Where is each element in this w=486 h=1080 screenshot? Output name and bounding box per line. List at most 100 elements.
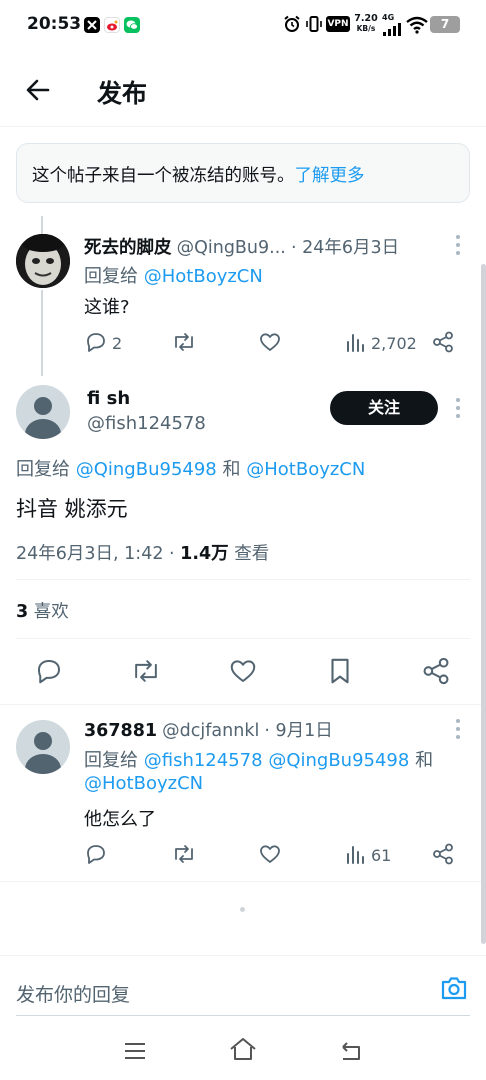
camera-button[interactable] xyxy=(440,975,468,1005)
home-nav-icon[interactable] xyxy=(229,1037,257,1065)
bookmark-button[interactable] xyxy=(326,656,354,690)
reply-and: 和 xyxy=(415,750,434,771)
mention-link[interactable]: @HotBoyzCN xyxy=(84,773,203,794)
reply-count: 2 xyxy=(112,334,123,353)
mention-link[interactable]: @fish124578 xyxy=(144,750,263,771)
share-icon xyxy=(423,657,449,685)
bookmark-icon xyxy=(331,658,349,684)
mention-link[interactable]: @QingBu95498 xyxy=(268,750,409,771)
share-icon xyxy=(433,843,453,865)
notice-text: 这个帖子来自一个被冻结的账号。了解更多 xyxy=(32,162,365,187)
status-time: 20:53 xyxy=(27,14,82,34)
retweet-button[interactable] xyxy=(171,330,197,358)
post-date[interactable]: · 24年6月3日 xyxy=(291,238,399,258)
views-icon xyxy=(347,334,364,352)
alarm-icon xyxy=(283,15,301,37)
frozen-account-notice: 这个帖子来自一个被冻结的账号。了解更多 xyxy=(16,143,470,203)
more-options-icon[interactable] xyxy=(455,234,461,256)
vpn-badge: VPN xyxy=(326,16,350,32)
author-name[interactable]: fi sh xyxy=(87,388,130,409)
divider xyxy=(0,955,486,956)
scrollbar[interactable] xyxy=(481,264,486,944)
share-button[interactable] xyxy=(422,657,450,689)
post-header: 死去的脚皮 @QingBu9... · 24年6月3日 xyxy=(84,234,444,258)
reply-prefix: 回复给 xyxy=(84,750,138,771)
status-bar: 20:53 VPN 7.20 KB/s 4G 7 xyxy=(0,0,486,50)
share-button[interactable] xyxy=(432,843,454,869)
share-button[interactable] xyxy=(432,331,454,357)
retweet-icon xyxy=(135,660,157,682)
mention-link[interactable]: @HotBoyzCN xyxy=(246,459,365,480)
reply-context: 回复给 @fish124578 @QingBu95498 和 xyxy=(84,746,433,772)
author-name[interactable]: 死去的脚皮 xyxy=(84,238,172,258)
reply-and: 和 xyxy=(222,459,241,480)
author-handle[interactable]: @QingBu9... xyxy=(177,238,286,258)
author-handle[interactable]: @dcjfannkl xyxy=(162,721,259,741)
views-count: 2,702 xyxy=(371,334,417,353)
post-text: 抖音 姚添元 xyxy=(16,497,128,521)
menu-nav-icon[interactable] xyxy=(124,1041,146,1065)
reply-button[interactable] xyxy=(84,842,108,870)
like-button[interactable] xyxy=(258,330,282,358)
avatar[interactable] xyxy=(16,234,70,288)
avatar-head xyxy=(34,732,52,750)
reply-button[interactable] xyxy=(34,656,64,690)
avatar-head xyxy=(34,397,52,415)
page-title: 发布 xyxy=(97,79,148,108)
retweet-button[interactable] xyxy=(171,842,197,870)
post-meta: 24年6月3日, 1:42 · 1.4万 查看 xyxy=(16,540,269,565)
reply-context: 回复给 @HotBoyzCN xyxy=(84,262,263,288)
x-app-icon xyxy=(84,17,100,33)
likes-summary[interactable]: 3 喜欢 xyxy=(16,598,69,623)
reply-icon xyxy=(87,333,105,352)
divider xyxy=(0,881,486,882)
mention-link[interactable]: @QingBu95498 xyxy=(76,459,217,480)
avatar-body xyxy=(25,754,61,774)
face-avatar-icon xyxy=(16,234,70,288)
reply-prefix: 回复给 xyxy=(84,266,138,287)
retweet-icon xyxy=(175,845,193,863)
post-header: 367881 @dcjfannkl · 9月1日 xyxy=(84,717,444,741)
back-nav-icon[interactable] xyxy=(339,1040,363,1066)
heart-icon xyxy=(230,660,256,682)
like-button[interactable] xyxy=(258,842,282,870)
avatar-body xyxy=(25,419,61,439)
header-divider xyxy=(0,126,486,127)
reply-input[interactable]: 发布你的回复 xyxy=(16,980,130,1007)
reply-context: 回复给 @QingBu95498 和 @HotBoyzCN xyxy=(16,455,365,481)
avatar[interactable] xyxy=(16,385,70,439)
back-arrow-icon[interactable] xyxy=(22,74,54,106)
retweet-button[interactable] xyxy=(130,656,162,690)
divider xyxy=(16,638,470,639)
vibrate-icon xyxy=(305,15,323,37)
reply-icon xyxy=(38,660,60,684)
mention-link[interactable]: @HotBoyzCN xyxy=(144,266,263,287)
likes-label: 喜欢 xyxy=(33,602,69,622)
post-date[interactable]: · 9月1日 xyxy=(264,721,332,741)
views-icon xyxy=(347,846,364,864)
author-handle[interactable]: @fish124578 xyxy=(87,413,206,434)
reply-icon xyxy=(87,845,105,864)
divider xyxy=(0,704,486,705)
post-text: 他怎么了 xyxy=(84,809,156,830)
author-name[interactable]: 367881 xyxy=(84,721,157,741)
reply-prefix: 回复给 xyxy=(16,459,70,480)
battery-indicator: 7 xyxy=(430,16,460,33)
notice-message: 这个帖子来自一个被冻结的账号。 xyxy=(32,166,295,186)
avatar[interactable] xyxy=(16,720,70,774)
thread-line-top xyxy=(41,216,43,234)
loading-indicator xyxy=(240,907,245,912)
reply-bar-underline xyxy=(16,1015,470,1016)
post-datetime[interactable]: 24年6月3日, 1:42 · xyxy=(16,544,175,564)
network-speed: 7.20 KB/s xyxy=(354,14,378,34)
likes-count: 3 xyxy=(16,602,29,622)
thread-line xyxy=(41,290,43,376)
views-label: 查看 xyxy=(234,544,270,564)
more-options-icon[interactable] xyxy=(455,718,461,740)
learn-more-link[interactable]: 了解更多 xyxy=(295,166,365,186)
network-speed-value: 7.20 xyxy=(354,13,378,24)
post-text: 这谁? xyxy=(84,297,130,318)
follow-button[interactable]: 关注 xyxy=(330,391,438,425)
like-button[interactable] xyxy=(228,656,258,690)
more-options-icon[interactable] xyxy=(455,397,461,419)
